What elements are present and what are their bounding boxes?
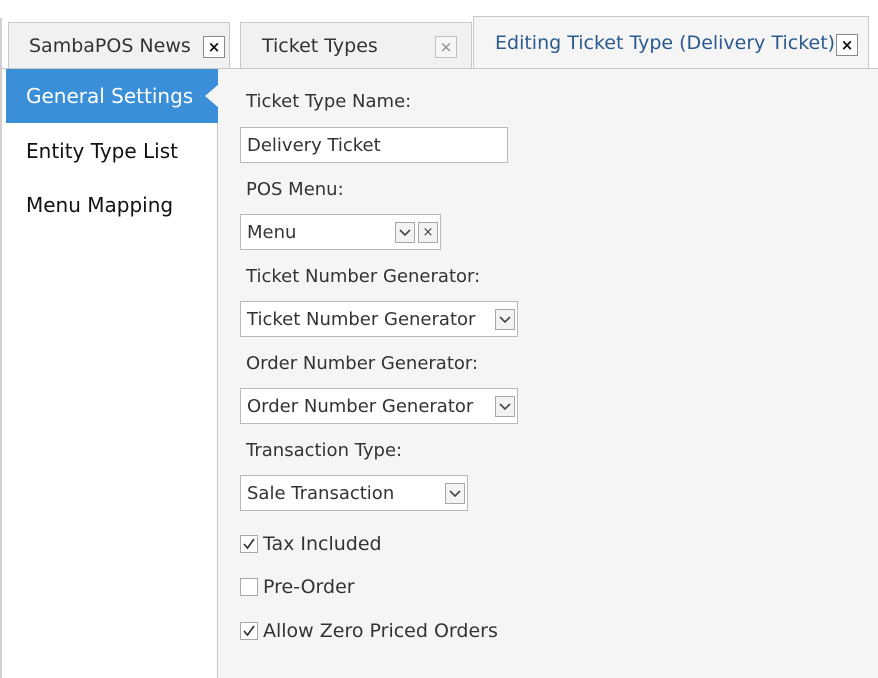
allow-zero-priced-orders-checkbox-row[interactable]: Allow Zero Priced Orders: [240, 619, 498, 643]
pre-order-label: Pre-Order: [263, 576, 355, 598]
tab-bar: SambaPOS News × Ticket Types × Editing T…: [0, 0, 878, 678]
allow-zero-priced-orders-checkbox[interactable]: [240, 622, 258, 640]
transaction-type-label: Transaction Type:: [246, 440, 403, 461]
ticket-type-name-label: Ticket Type Name:: [246, 91, 412, 112]
clear-icon[interactable]: ×: [418, 222, 438, 243]
close-icon[interactable]: ×: [203, 36, 225, 58]
tax-included-label: Tax Included: [263, 533, 382, 555]
order-number-generator-select[interactable]: Order Number Generator: [240, 388, 518, 424]
pre-order-checkbox-row[interactable]: Pre-Order: [240, 575, 355, 599]
tax-included-checkbox-row[interactable]: Tax Included: [240, 532, 382, 556]
transaction-type-select[interactable]: Sale Transaction: [240, 475, 468, 511]
settings-panel: Ticket Type Name: Delivery Ticket POS Me…: [218, 69, 878, 678]
pre-order-checkbox[interactable]: [240, 578, 258, 596]
sidebar-item-label: General Settings: [26, 84, 194, 108]
pos-menu-value: Menu: [247, 221, 297, 243]
ticket-number-generator-value: Ticket Number Generator: [247, 308, 476, 330]
chevron-down-icon[interactable]: [495, 309, 515, 330]
sidebar-item-label: Menu Mapping: [26, 193, 174, 217]
window-left-edge: [0, 18, 2, 678]
order-number-generator-label: Order Number Generator:: [246, 353, 479, 374]
chevron-down-icon[interactable]: [395, 222, 415, 243]
tab-ticket-types[interactable]: Ticket Types ×: [240, 22, 472, 69]
chevron-down-icon[interactable]: [495, 396, 515, 417]
ticket-type-name-input[interactable]: Delivery Ticket: [240, 127, 508, 163]
tab-label: Editing Ticket Type (Delivery Ticket): [495, 32, 836, 54]
ticket-number-generator-select[interactable]: Ticket Number Generator: [240, 301, 518, 337]
sidebar-item-general-settings[interactable]: General Settings: [6, 69, 219, 123]
transaction-type-value: Sale Transaction: [247, 482, 395, 504]
chevron-down-icon[interactable]: [445, 483, 465, 504]
close-icon[interactable]: ×: [836, 34, 858, 56]
tab-editing-ticket-type[interactable]: Editing Ticket Type (Delivery Ticket) ×: [473, 16, 869, 69]
sidebar-item-menu-mapping[interactable]: Menu Mapping: [6, 178, 218, 232]
pos-menu-select[interactable]: Menu ×: [240, 214, 441, 250]
ticket-number-generator-label: Ticket Number Generator:: [246, 266, 481, 287]
selection-pointer-icon: [205, 84, 219, 108]
tab-sambapos-news[interactable]: SambaPOS News ×: [8, 22, 230, 69]
allow-zero-priced-orders-label: Allow Zero Priced Orders: [263, 620, 498, 642]
sidebar-item-label: Entity Type List: [26, 139, 179, 163]
tab-label: SambaPOS News: [29, 35, 191, 57]
sidebar-item-entity-type-list[interactable]: Entity Type List: [6, 124, 218, 178]
tab-label: Ticket Types: [262, 35, 378, 57]
order-number-generator-value: Order Number Generator: [247, 395, 474, 417]
sidebar: General Settings Entity Type List Menu M…: [6, 69, 219, 678]
pos-menu-label: POS Menu:: [246, 179, 344, 200]
tax-included-checkbox[interactable]: [240, 535, 258, 553]
close-icon[interactable]: ×: [435, 36, 457, 58]
